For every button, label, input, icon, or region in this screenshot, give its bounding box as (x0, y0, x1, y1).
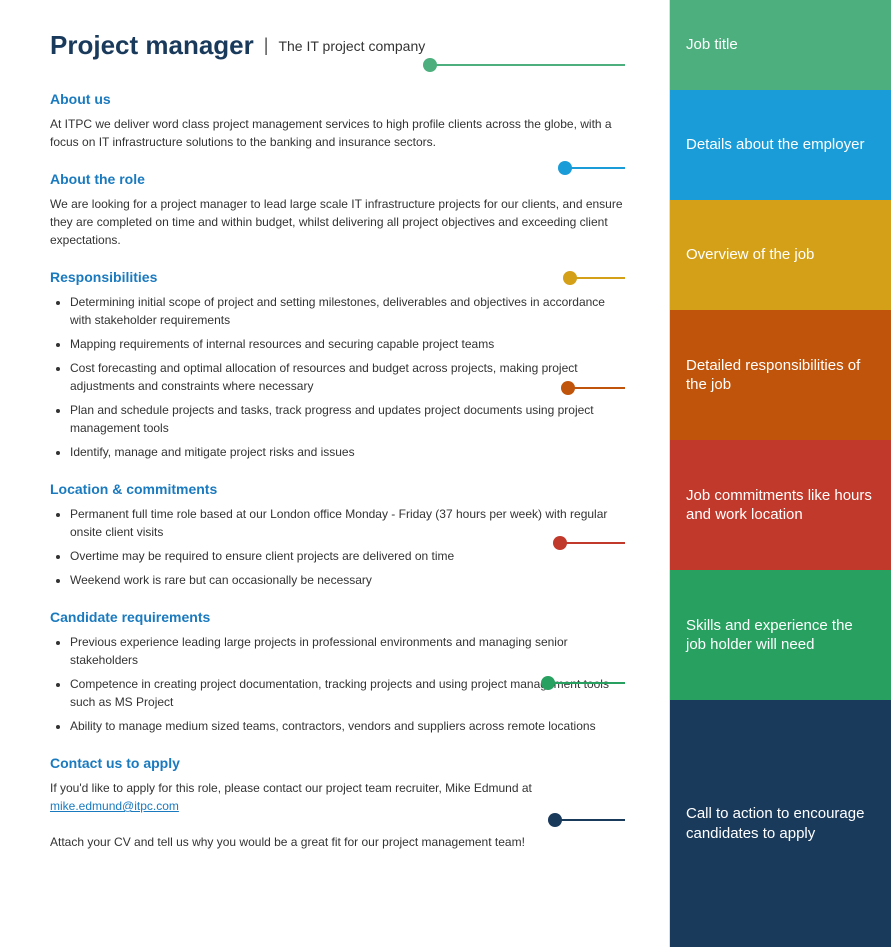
contact-body: If you'd like to apply for this role, pl… (50, 779, 629, 851)
responsibilities-heading: Responsibilities (50, 269, 629, 285)
list-item: Previous experience leading large projec… (70, 633, 629, 669)
list-item: Competence in creating project documenta… (70, 675, 629, 711)
contact-body2: Attach your CV and tell us why you would… (50, 835, 525, 849)
job-title: Project manager (50, 30, 254, 61)
job-title-line: Project manager | The IT project company (50, 30, 629, 61)
annotation-skills-text: Skills and experience the job holder wil… (686, 616, 875, 655)
location-list: Permanent full time role based at our Lo… (70, 505, 629, 589)
list-item: Plan and schedule projects and tasks, tr… (70, 401, 629, 437)
contact-heading: Contact us to apply (50, 755, 629, 771)
list-item: Cost forecasting and optimal allocation … (70, 359, 629, 395)
annotation-employer-text: Details about the employer (686, 135, 864, 155)
about-role-heading: About the role (50, 171, 629, 187)
candidate-heading: Candidate requirements (50, 609, 629, 625)
list-item: Determining initial scope of project and… (70, 293, 629, 329)
about-role-section: About the role We are looking for a proj… (50, 171, 629, 249)
document-panel: Project manager | The IT project company… (0, 0, 670, 947)
list-item: Weekend work is rare but can occasionall… (70, 571, 629, 589)
about-role-body: We are looking for a project manager to … (50, 195, 629, 249)
about-us-section: About us At ITPC we deliver word class p… (50, 91, 629, 151)
candidate-list: Previous experience leading large projec… (70, 633, 629, 735)
annotation-job-title: Job title (670, 0, 891, 90)
annotation-skills: Skills and experience the job holder wil… (670, 570, 891, 700)
annotation-overview-text: Overview of the job (686, 245, 814, 265)
list-item: Mapping requirements of internal resourc… (70, 335, 629, 353)
location-heading: Location & commitments (50, 481, 629, 497)
location-body: Permanent full time role based at our Lo… (50, 505, 629, 589)
separator: | (264, 35, 269, 56)
contact-section: Contact us to apply If you'd like to app… (50, 755, 629, 851)
annotation-overview: Overview of the job (670, 200, 891, 310)
candidate-body: Previous experience leading large projec… (50, 633, 629, 735)
annotation-panel: Job title Details about the employer Ove… (670, 0, 891, 947)
annotation-commitments-text: Job commitments like hours and work loca… (686, 486, 875, 525)
company-name: The IT project company (278, 38, 425, 54)
contact-body1: If you'd like to apply for this role, pl… (50, 781, 532, 795)
annotation-cta-text: Call to action to encourage candidates t… (686, 804, 875, 843)
main-container: Project manager | The IT project company… (0, 0, 891, 947)
annotation-cta: Call to action to encourage candidates t… (670, 700, 891, 947)
contact-email[interactable]: mike.edmund@itpc.com (50, 799, 179, 813)
responsibilities-section: Responsibilities Determining initial sco… (50, 269, 629, 461)
annotation-commitments: Job commitments like hours and work loca… (670, 440, 891, 570)
about-us-body: At ITPC we deliver word class project ma… (50, 115, 629, 151)
responsibilities-body: Determining initial scope of project and… (50, 293, 629, 461)
candidate-section: Candidate requirements Previous experien… (50, 609, 629, 735)
responsibilities-list: Determining initial scope of project and… (70, 293, 629, 461)
location-section: Location & commitments Permanent full ti… (50, 481, 629, 589)
annotation-employer: Details about the employer (670, 90, 891, 200)
list-item: Identify, manage and mitigate project ri… (70, 443, 629, 461)
about-us-heading: About us (50, 91, 629, 107)
list-item: Ability to manage medium sized teams, co… (70, 717, 629, 735)
list-item: Overtime may be required to ensure clien… (70, 547, 629, 565)
annotation-job-title-text: Job title (686, 35, 738, 55)
annotation-responsibilities-text: Detailed responsibilities of the job (686, 356, 875, 395)
list-item: Permanent full time role based at our Lo… (70, 505, 629, 541)
annotation-responsibilities: Detailed responsibilities of the job (670, 310, 891, 440)
